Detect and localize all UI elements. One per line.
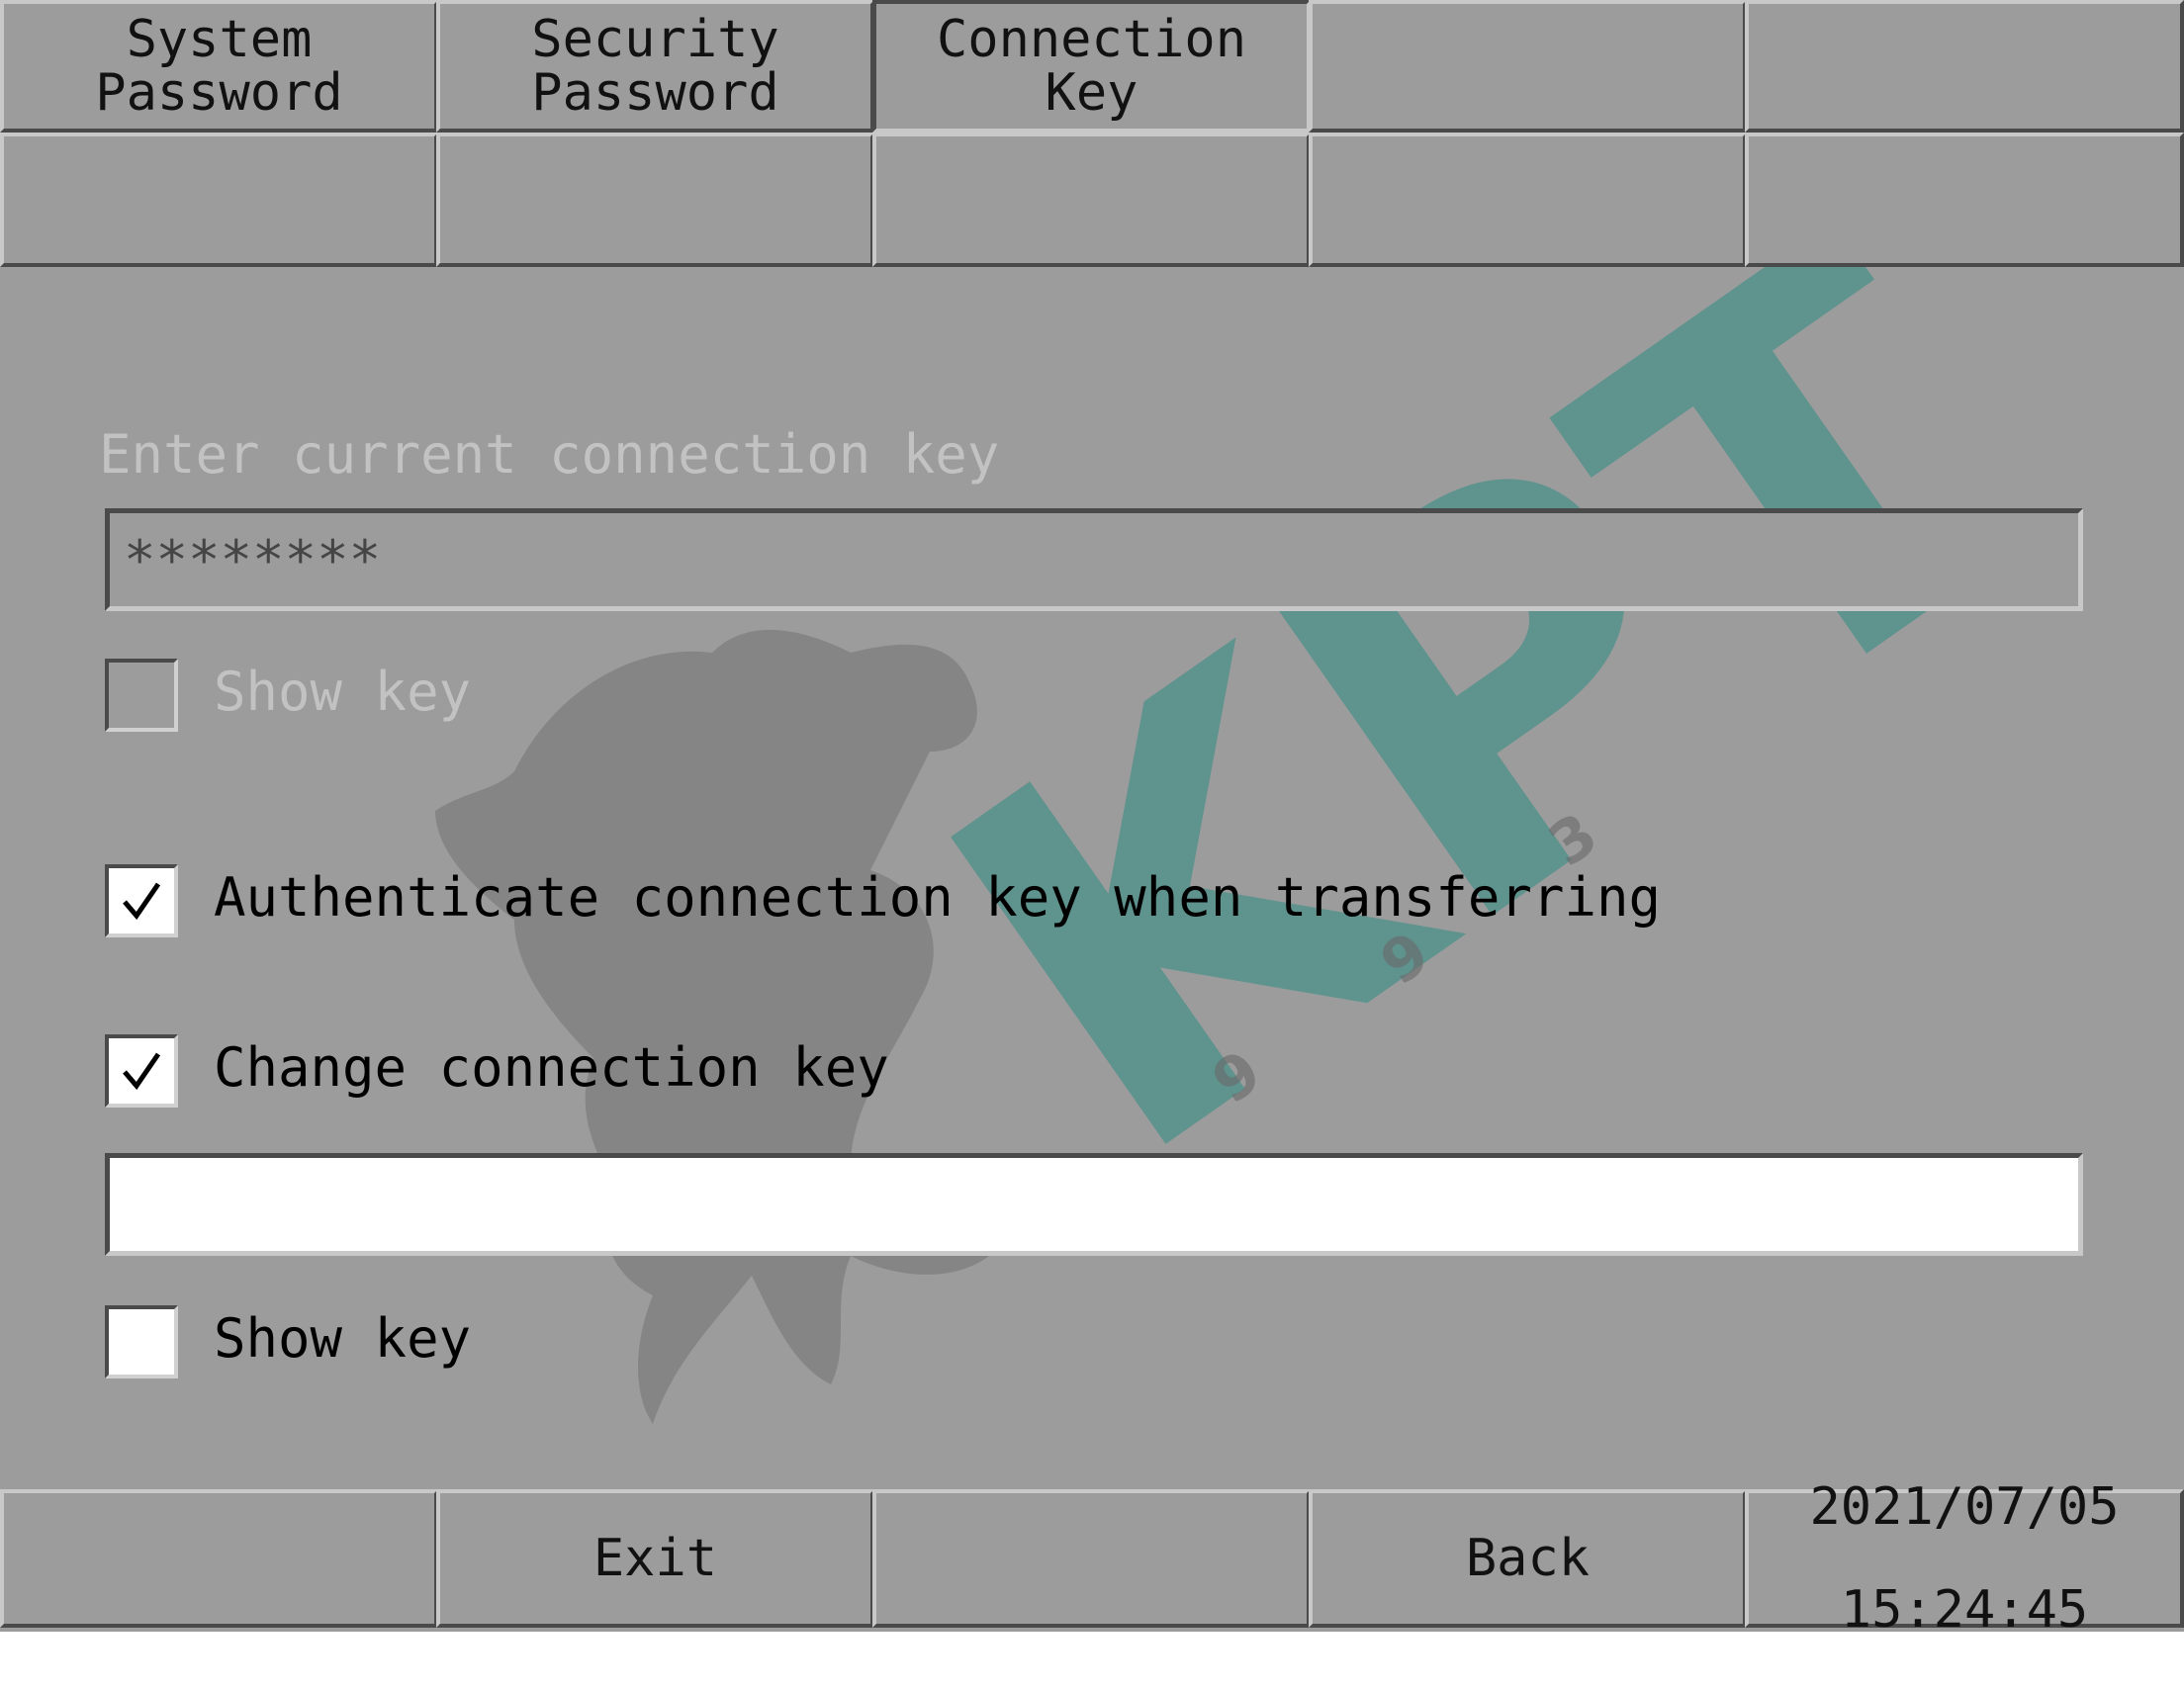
- change-key-label: Change connection key: [214, 1036, 889, 1099]
- date-text: 2021/07/05: [1809, 1477, 2120, 1537]
- watermark-digit-2: 9: [1201, 1037, 1274, 1117]
- watermark-digit-3: 9: [1369, 919, 1442, 999]
- time-text: 15:24:45: [1840, 1580, 2089, 1632]
- authenticate-label: Authenticate connection key when transfe…: [214, 866, 1661, 929]
- tab-empty-2[interactable]: [1745, 0, 2184, 133]
- hmi-screen: KPT 1 9 9 3 System Password Security Pas…: [0, 0, 2184, 1632]
- show-key-current-label: Show key: [214, 661, 472, 723]
- tab-empty-1[interactable]: [1309, 0, 1747, 133]
- kpt-letters: KPT: [853, 133, 2122, 1271]
- tab-security-password[interactable]: Security Password: [436, 0, 874, 133]
- tab-row2-2[interactable]: [436, 133, 874, 267]
- watermark-text: KPT: [853, 133, 2122, 1271]
- datetime-display: 2021/07/05 15:24:45: [1745, 1481, 2184, 1632]
- exit-button[interactable]: Exit: [436, 1489, 874, 1628]
- current-key-field[interactable]: ********: [105, 508, 2083, 611]
- tab-connection-key[interactable]: Connection Key: [872, 0, 1311, 133]
- tab-row2-4[interactable]: [1309, 133, 1747, 267]
- show-key-new-label: Show key: [214, 1307, 472, 1370]
- new-key-field[interactable]: [105, 1153, 2083, 1256]
- change-key-checkbox[interactable]: [105, 1034, 178, 1108]
- footer-button-empty-1[interactable]: [0, 1489, 438, 1628]
- show-key-new-checkbox[interactable]: [105, 1305, 178, 1378]
- tab-row2-1[interactable]: [0, 133, 438, 267]
- show-key-current-checkbox[interactable]: [105, 659, 178, 732]
- tab-row2-3[interactable]: [872, 133, 1311, 267]
- back-button[interactable]: Back: [1309, 1489, 1747, 1628]
- tab-row2-5[interactable]: [1745, 133, 2184, 267]
- horse-silhouette: [435, 629, 989, 1424]
- current-key-label: Enter current connection key: [99, 423, 1000, 486]
- authenticate-checkbox[interactable]: [105, 864, 178, 937]
- tab-system-password[interactable]: System Password: [0, 0, 438, 133]
- check-icon: [123, 882, 161, 921]
- footer-button-empty-2[interactable]: [872, 1489, 1311, 1628]
- check-icon: [123, 1052, 161, 1091]
